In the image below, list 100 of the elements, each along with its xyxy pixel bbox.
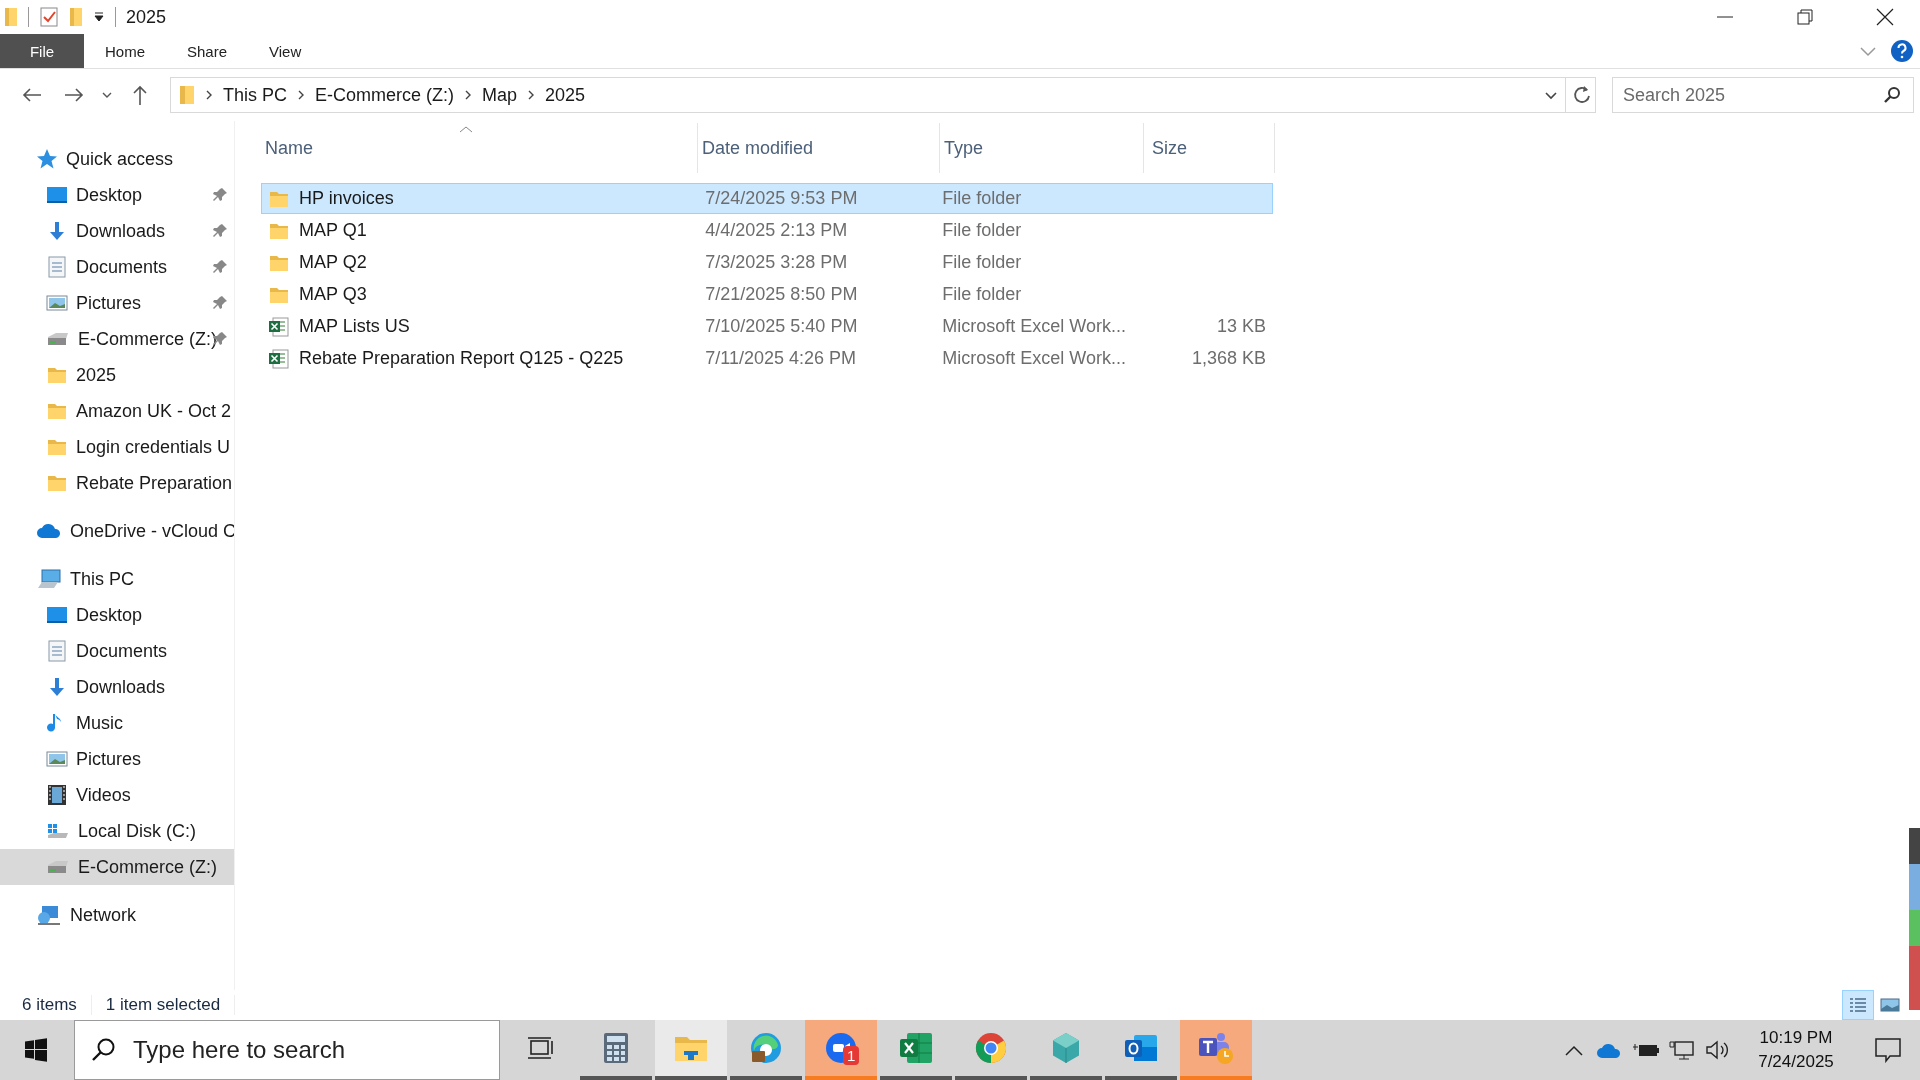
picture-icon	[46, 748, 68, 770]
search-field[interactable]: Search 2025	[1612, 77, 1914, 113]
column-header[interactable]: Date modified	[698, 123, 940, 173]
document-icon	[46, 256, 68, 278]
chat-app-button[interactable]	[1180, 1020, 1252, 1080]
sidebar-item[interactable]: Pictures	[0, 285, 234, 321]
ribbon-tab[interactable]: Home	[84, 34, 166, 68]
breadcrumb[interactable]: 2025	[545, 84, 586, 106]
file-menu-tab[interactable]: File	[0, 34, 84, 68]
sidebar-item[interactable]: Rebate Preparation	[0, 465, 234, 501]
date-modified: 7/24/2025 9:53 PM	[705, 188, 858, 209]
network-icon	[36, 904, 62, 926]
speaker-icon	[1705, 1039, 1731, 1061]
sidebar-item[interactable]: Documents	[0, 633, 234, 669]
date-modified: 7/3/2025 3:28 PM	[705, 252, 848, 273]
picture-icon	[46, 292, 68, 314]
spreadsheet-icon	[268, 347, 290, 370]
file-row[interactable]: Rebate Preparation Report Q125 - Q225 7/11/2025 4:26 PM Microsoft Excel Work... 1,368 KB	[261, 343, 1273, 374]
monitor-icon	[46, 604, 68, 626]
folder-icon	[179, 84, 195, 106]
sidebar-item[interactable]: Pictures	[0, 741, 234, 777]
sidebar-item[interactable]: Desktop	[0, 597, 234, 633]
file-size: 1,368 KB	[1191, 348, 1266, 369]
sidebar-item[interactable]: E-Commerce (Z:)	[0, 849, 234, 885]
ribbon-tab[interactable]: Share	[166, 34, 249, 68]
folder-icon	[69, 6, 83, 28]
sidebar-item[interactable]: Documents	[0, 249, 234, 285]
sort-ascending-icon	[458, 125, 473, 133]
file-name: HP invoices	[299, 188, 394, 209]
item-count: 6 items	[22, 995, 77, 1015]
chevron-up-icon	[1564, 1043, 1584, 1057]
calculator-icon	[602, 1032, 630, 1064]
date-modified: 7/10/2025 5:40 PM	[705, 316, 858, 337]
file-type: File folder	[942, 220, 1022, 241]
sidebar-item[interactable]: Quick access	[0, 141, 234, 177]
file-name: Rebate Preparation Report Q125 - Q225	[299, 348, 624, 369]
chevron-right-icon	[463, 89, 473, 101]
date-modified: 7/21/2025 8:50 PM	[705, 284, 858, 305]
sidebar-item[interactable]: Downloads	[0, 213, 234, 249]
address-bar[interactable]: This PC E-Commerce (Z:) Map 2025	[170, 77, 1596, 113]
mail-app-icon	[1124, 1032, 1158, 1064]
breadcrumb[interactable]: E-Commerce (Z:)	[315, 84, 454, 106]
clock-button[interactable]: 10:19 PM 7/24/2025	[1736, 1020, 1856, 1080]
file-type: File folder	[942, 188, 1022, 209]
chat-app-icon	[1196, 1031, 1236, 1065]
file-explorer-button[interactable]	[655, 1020, 727, 1080]
taskbar-search-field[interactable]: Type here to search	[74, 1020, 500, 1080]
network-drive-icon	[48, 333, 68, 345]
notification-badge: 1	[843, 1046, 860, 1065]
sidebar-item[interactable]: This PC	[0, 561, 234, 597]
task-view-icon	[527, 1035, 555, 1061]
minimize-icon	[1717, 16, 1733, 18]
details-view-button[interactable]	[1842, 990, 1874, 1020]
sidebar-item[interactable]: Videos	[0, 777, 234, 813]
help-icon	[1890, 39, 1914, 63]
star-icon	[36, 148, 58, 170]
sidebar-item[interactable]: Login credentials U	[0, 429, 234, 465]
windows-logo-icon	[24, 1038, 48, 1062]
sidebar-item[interactable]: E-Commerce (Z:)	[0, 321, 234, 357]
folder-icon	[674, 1034, 708, 1062]
file-row[interactable]: MAP Q1 4/4/2025 2:13 PM File folder	[261, 215, 1273, 246]
column-header[interactable]: Size	[1144, 123, 1275, 173]
sidebar-item[interactable]: Local Disk (C:)	[0, 813, 234, 849]
file-type: File folder	[942, 284, 1022, 305]
file-row[interactable]: HP invoices 7/24/2025 9:53 PM File folder	[261, 183, 1273, 214]
sidebar-item[interactable]: 2025	[0, 357, 234, 393]
dropdown-caret-icon	[93, 11, 105, 23]
customize-toolbar-button[interactable]	[93, 11, 105, 23]
video-meeting-button[interactable]: 1	[805, 1020, 877, 1080]
list-icon	[1848, 996, 1868, 1014]
sidebar-item[interactable]: Music	[0, 705, 234, 741]
breadcrumb[interactable]: This PC	[223, 84, 287, 106]
column-header[interactable]: Name	[261, 123, 698, 173]
sidebar-item[interactable]: Amazon UK - Oct 2	[0, 393, 234, 429]
browser-icon	[749, 1031, 783, 1065]
network-drive-icon	[48, 861, 68, 873]
chevron-right-icon	[296, 89, 306, 101]
window-title: 2025	[126, 6, 167, 28]
browser-icon	[974, 1031, 1008, 1065]
file-type: File folder	[942, 252, 1022, 273]
ribbon-tab[interactable]: View	[248, 34, 323, 68]
computer-icon	[36, 568, 62, 590]
chevron-right-icon	[204, 89, 214, 101]
properties-button[interactable]	[39, 6, 59, 28]
file-row[interactable]: MAP Q2 7/3/2025 3:28 PM File folder	[261, 247, 1273, 278]
breadcrumb[interactable]: Map	[482, 84, 518, 106]
sidebar-item[interactable]: Downloads	[0, 669, 234, 705]
file-type: Microsoft Excel Work...	[942, 348, 1126, 369]
column-header[interactable]: Type	[940, 123, 1144, 173]
document-icon	[46, 640, 68, 662]
spreadsheet-icon	[899, 1032, 933, 1064]
folder-icon	[4, 6, 18, 28]
file-name: MAP Q3	[299, 284, 367, 305]
file-name: MAP Q1	[299, 220, 367, 241]
file-row[interactable]: MAP Lists US 7/10/2025 5:40 PM Microsoft Excel Work... 13 KB	[261, 311, 1273, 342]
film-icon	[46, 784, 68, 806]
date-modified: 4/4/2025 2:13 PM	[705, 220, 848, 241]
sidebar-item[interactable]: Desktop	[0, 177, 234, 213]
sidebar-item[interactable]: Network	[0, 897, 234, 933]
file-row[interactable]: MAP Q3 7/21/2025 8:50 PM File folder	[261, 279, 1273, 310]
